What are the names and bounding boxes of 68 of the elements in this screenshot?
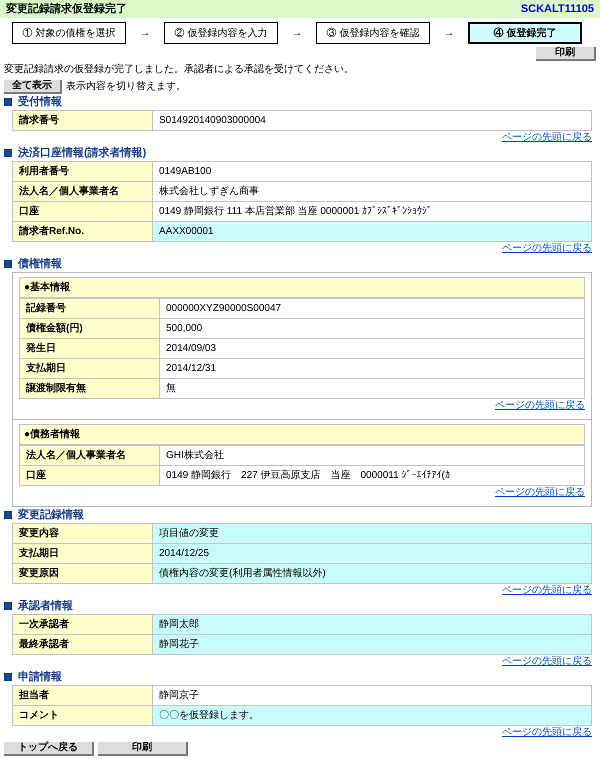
field-label: 担当者 [12,686,152,706]
screen-id: SCKALT11105 [520,2,594,17]
show-all-button[interactable]: 全て表示 [4,80,62,94]
print-button[interactable]: 印刷 [536,47,596,61]
page-title: 変更記録請求仮登録完了 [6,2,127,17]
field-value: 0149AB100 [152,162,592,182]
field-value: 無 [160,378,584,398]
back-to-top-link[interactable]: ページの先頭に戻る [502,584,592,598]
section-title: 受付情報 [18,94,62,110]
field-value: 500,000 [160,318,584,338]
field-value: 静岡花子 [152,634,592,654]
field-value: GHI株式会社 [160,446,584,466]
field-label: 利用者番号 [12,162,152,182]
step-arrow: → [138,26,152,41]
field-label: 一次承認者 [12,614,152,634]
field-label: 発生日 [20,338,160,358]
field-label: 口座 [20,466,160,486]
group-title: ●基本情報 [20,278,584,298]
step-arrow: → [442,26,456,41]
field-value: 〇〇を仮登録します。 [152,706,592,726]
field-value: 0149 静岡銀行 111 本店営業部 当座 0000001 ｶﾌﾞｼｽﾞｷﾞﾝｼｮｳｼﾞ [152,202,592,222]
back-to-top-link[interactable]: ページの先頭に戻る [502,242,592,256]
step-box: ③ 仮登録内容を確認 [316,22,430,44]
field-label: 請求番号 [12,110,152,130]
field-value: S014920140903000004 [152,110,592,130]
field-value: 000000XYZ90000S00047 [160,298,584,318]
field-label: 記録番号 [20,298,160,318]
group-title: ●債務者情報 [20,424,584,444]
field-value: 静岡太郎 [152,614,592,634]
field-value: 静岡京子 [152,686,592,706]
back-to-top-link[interactable]: ページの先頭に戻る [502,131,592,145]
toggle-note: 表示内容を切り替えます。 [66,80,186,94]
field-label: 債権金額(円) [20,318,160,338]
field-label: 変更原因 [12,564,152,584]
section-title: 決済口座情報(請求者情報) [18,146,146,161]
section-title: 承認者情報 [18,598,73,614]
field-label: 請求者Ref.No. [12,222,152,242]
field-label: 最終承認者 [12,634,152,654]
back-to-top-link[interactable]: ページの先頭に戻る [502,655,592,669]
back-to-top-link[interactable]: ページの先頭に戻る [495,399,585,413]
field-label: 法人名／個人事業者名 [12,182,152,202]
field-label: 口座 [12,202,152,222]
back-to-top-link[interactable]: ページの先頭に戻る [502,726,592,740]
section-title: 債権情報 [18,256,62,272]
field-label: 支払期日 [12,544,152,564]
field-value: 2014/12/31 [160,358,584,378]
back-to-top-link[interactable]: ページの先頭に戻る [495,486,585,500]
back-to-top-button[interactable]: トップへ戻る [4,742,94,756]
step-box: ② 仮登録内容を入力 [164,22,278,44]
field-value: 債権内容の変更(利用者属性情報以外) [152,564,592,584]
field-value: AAXX00001 [152,222,592,242]
field-value: 2014/12/25 [152,544,592,564]
field-value: 0149 静岡銀行 227 伊豆高原支店 当座 0000011 ｼﾞｰｴｲﾁｱｲ(ｶ [160,466,584,486]
completion-message: 変更記録請求の仮登録が完了しました。承認者による承認を受けてください。 [3,63,355,77]
field-label: 支払期日 [20,358,160,378]
section-title: 変更記録情報 [18,508,84,523]
step-box: ④ 仮登録完了 [468,22,582,44]
field-label: 譲渡制限有無 [20,378,160,398]
field-value: 項目値の変更 [152,524,592,544]
field-value: 2014/09/03 [160,338,584,358]
field-label: 法人名／個人事業者名 [20,446,160,466]
section-title: 申請情報 [18,670,62,685]
field-label: 変更内容 [12,524,152,544]
field-value: 株式会社しずぎん商事 [152,182,592,202]
print-button[interactable]: 印刷 [98,742,188,756]
step-box: ① 対象の債権を選択 [12,22,126,44]
field-label: コメント [12,706,152,726]
step-arrow: → [290,26,304,41]
